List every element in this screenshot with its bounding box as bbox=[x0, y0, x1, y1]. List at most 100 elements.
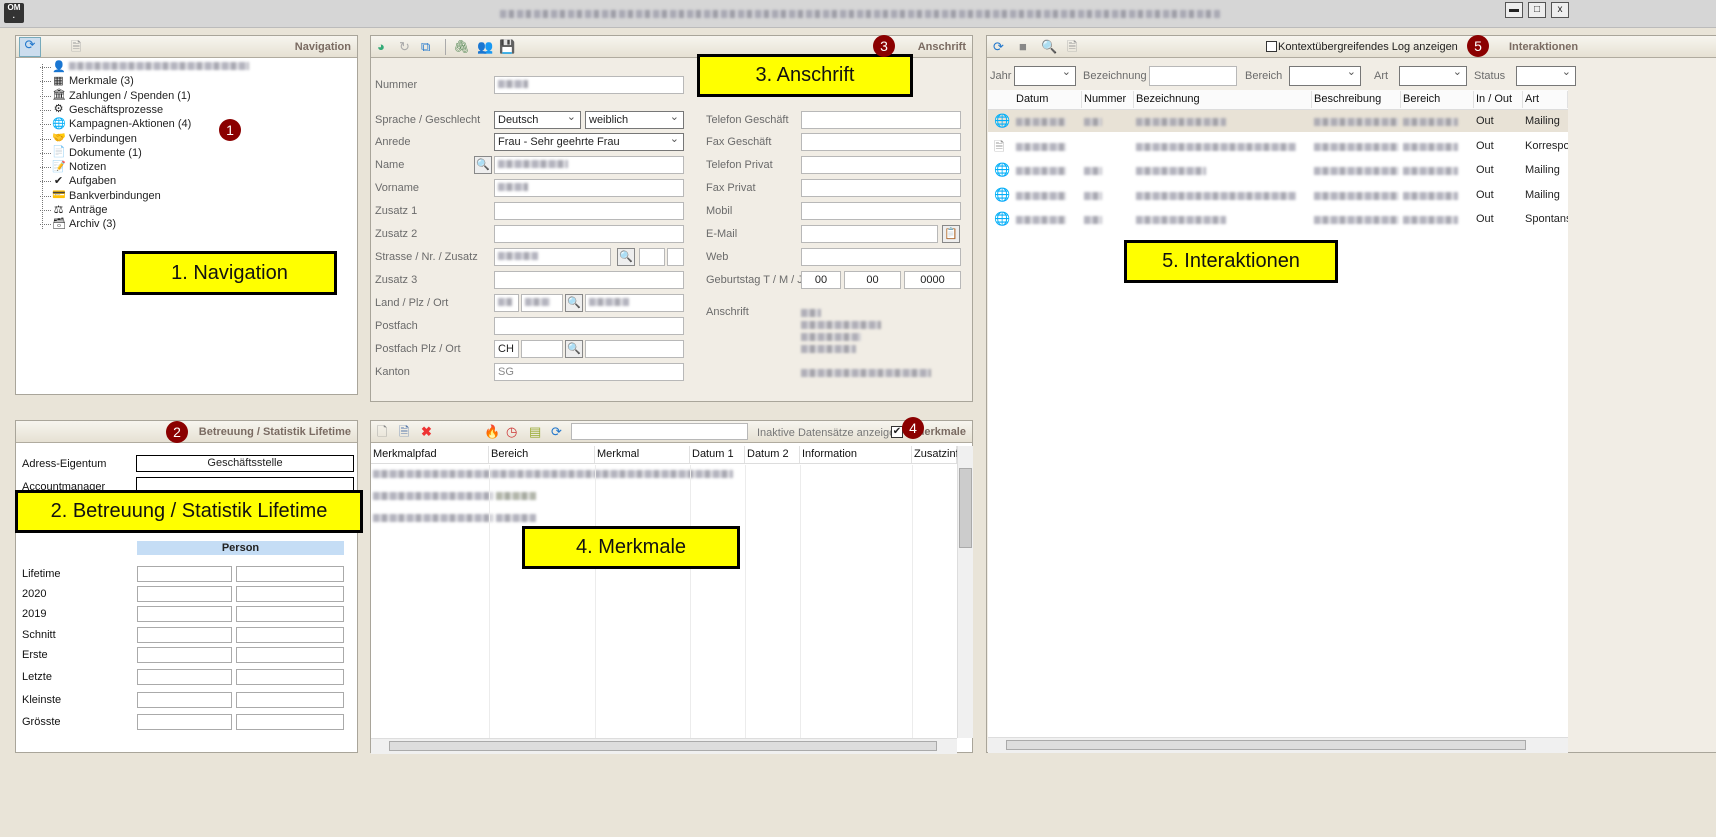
horizontal-scrollbar[interactable] bbox=[988, 737, 1568, 753]
delete-icon[interactable]: ✖ bbox=[421, 425, 432, 439]
plz-input[interactable] bbox=[521, 340, 563, 358]
search-icon[interactable]: 🔍 bbox=[565, 340, 583, 358]
field-input[interactable] bbox=[494, 202, 684, 220]
filter-bezeichnung-input[interactable] bbox=[1149, 66, 1237, 86]
interaktionen-row[interactable]: 🗎 Out Korrespondenz bbox=[988, 135, 1568, 157]
tree-item[interactable]: 🌐 Kampagnen-Aktionen (4) bbox=[39, 117, 191, 131]
filter-status-select[interactable] bbox=[1516, 65, 1576, 86]
tree-item[interactable]: ✔ Aufgaben bbox=[39, 174, 116, 188]
save-icon[interactable]: 💾 bbox=[499, 40, 515, 54]
merkmale-row[interactable] bbox=[373, 469, 733, 481]
contacts-icon[interactable]: 👥 bbox=[477, 40, 493, 54]
tree-item[interactable]: 📄 Dokumente (1) bbox=[40, 146, 142, 160]
ort-input[interactable] bbox=[585, 294, 684, 312]
tree-item[interactable]: ⚖ Anträge bbox=[40, 203, 108, 217]
column-header[interactable]: Datum 1 bbox=[690, 446, 745, 463]
column-header[interactable]: Zusatzinfo bbox=[912, 446, 965, 463]
globe-icon[interactable]: ◕ bbox=[377, 40, 385, 54]
edit-icon[interactable]: 🗎 bbox=[399, 425, 409, 439]
column-header[interactable]: Art bbox=[1523, 91, 1568, 108]
column-header[interactable]: Bereich bbox=[489, 446, 595, 463]
refresh-icon[interactable]: ⟳ bbox=[19, 37, 41, 57]
column-header[interactable]: Datum 2 bbox=[745, 446, 800, 463]
field-input[interactable] bbox=[494, 156, 684, 174]
birthday-input[interactable]: 00 bbox=[801, 271, 841, 289]
field-input[interactable] bbox=[801, 202, 961, 220]
vertical-scrollbar[interactable] bbox=[957, 446, 973, 738]
birthday-input[interactable]: 0000 bbox=[904, 271, 961, 289]
filter-bereich-select[interactable] bbox=[1289, 65, 1361, 86]
column-header[interactable]: Bereich bbox=[1401, 91, 1474, 108]
tree-item[interactable]: 👤 bbox=[40, 60, 249, 74]
column-header[interactable]: Datum bbox=[1014, 91, 1082, 108]
tree-item[interactable]: 📝 Notizen bbox=[39, 160, 106, 174]
tree-item[interactable]: 🏛 Zahlungen / Spenden (1) bbox=[40, 89, 191, 103]
maximize-button[interactable]: □ bbox=[1528, 2, 1546, 18]
tree-item[interactable]: 🤝 Verbindungen bbox=[40, 132, 137, 146]
interaktionen-row[interactable]: 🌐 Out Mailing bbox=[988, 159, 1568, 181]
interaktionen-row[interactable]: 🌐 Out Mailing bbox=[988, 184, 1568, 206]
merkmale-search-input[interactable] bbox=[571, 423, 748, 440]
search-icon[interactable]: 🔍 bbox=[565, 294, 583, 312]
flame-icon[interactable]: 🔥 bbox=[484, 425, 500, 439]
sprache-select[interactable]: Deutsch bbox=[494, 110, 581, 129]
anrede-select[interactable]: Frau - Sehr geehrte Frau bbox=[494, 132, 684, 151]
add-list-icon[interactable]: ▤ bbox=[529, 425, 541, 439]
email-book-icon[interactable]: 📋 bbox=[942, 225, 960, 243]
attach-icon[interactable]: 🖇 bbox=[453, 40, 470, 54]
tree-item[interactable]: ▦ Merkmale (3) bbox=[40, 74, 134, 88]
sync-icon[interactable]: ↻ bbox=[399, 40, 410, 54]
close-button[interactable]: x bbox=[1551, 2, 1569, 18]
new-icon[interactable]: 🗋 bbox=[377, 425, 387, 439]
column-header[interactable]: In / Out bbox=[1474, 91, 1523, 108]
document-icon[interactable]: 🗎 bbox=[71, 40, 81, 54]
interaktionen-row[interactable]: 🌐 Out Spontanspende bbox=[988, 208, 1568, 230]
transfer-icon[interactable]: ⧉ bbox=[421, 40, 430, 54]
field-input[interactable] bbox=[801, 133, 961, 151]
search-icon[interactable]: 🔍 bbox=[617, 248, 635, 266]
stop-icon[interactable]: ■ bbox=[1019, 40, 1027, 54]
horizontal-scrollbar[interactable] bbox=[371, 738, 957, 754]
column-header[interactable]: Merkmal bbox=[595, 446, 690, 463]
search-icon[interactable]: 🔍 bbox=[474, 156, 492, 174]
geschlecht-select[interactable]: weiblich bbox=[585, 110, 684, 129]
ort-input[interactable] bbox=[585, 340, 684, 358]
column-header[interactable]: Nummer bbox=[1082, 91, 1134, 108]
email-input[interactable] bbox=[801, 225, 938, 243]
nr-input[interactable] bbox=[639, 248, 665, 266]
field-input[interactable] bbox=[494, 271, 684, 289]
field-input[interactable]: SG bbox=[494, 363, 684, 381]
adress-eigentum-field[interactable]: Geschäftsstelle bbox=[136, 455, 354, 472]
strasse-input[interactable] bbox=[494, 248, 611, 266]
field-input[interactable] bbox=[494, 225, 684, 243]
birthday-input[interactable]: 00 bbox=[844, 271, 901, 289]
land-input[interactable]: CH bbox=[494, 340, 519, 358]
filter-art-select[interactable] bbox=[1399, 65, 1467, 86]
column-header[interactable]: Beschreibung bbox=[1312, 91, 1401, 108]
field-input[interactable] bbox=[494, 76, 684, 94]
document-icon[interactable]: 🗎 bbox=[1067, 40, 1077, 54]
minimize-button[interactable]: ▬ bbox=[1505, 2, 1523, 18]
merkmale-row[interactable] bbox=[373, 513, 537, 525]
context-log-checkbox[interactable] bbox=[1266, 41, 1277, 52]
zusatz-input[interactable] bbox=[667, 248, 684, 266]
column-header[interactable]: Merkmalpfad bbox=[371, 446, 489, 463]
column-header[interactable]: Bezeichnung bbox=[1134, 91, 1312, 108]
tree-item[interactable]: 💳 Bankverbindungen bbox=[40, 189, 161, 203]
field-input[interactable] bbox=[494, 317, 684, 335]
column-header[interactable]: Information bbox=[800, 446, 912, 463]
field-input[interactable] bbox=[801, 179, 961, 197]
refresh-icon[interactable]: ⟳ bbox=[993, 40, 1004, 54]
field-input[interactable] bbox=[801, 156, 961, 174]
history-icon[interactable]: ◷ bbox=[506, 425, 517, 439]
refresh-icon[interactable]: ⟳ bbox=[551, 425, 562, 439]
field-input[interactable] bbox=[494, 179, 684, 197]
land-input[interactable] bbox=[494, 294, 519, 312]
merkmale-row[interactable] bbox=[373, 491, 537, 503]
search-icon[interactable]: 🔍 bbox=[1041, 40, 1057, 54]
field-input[interactable] bbox=[801, 111, 961, 129]
field-input[interactable] bbox=[801, 248, 961, 266]
tree-item[interactable]: 🗃 Archiv (3) bbox=[39, 217, 116, 231]
filter-jahr-select[interactable] bbox=[1014, 65, 1076, 86]
interaktionen-row[interactable]: 🌐 Out Mailing bbox=[988, 110, 1568, 132]
